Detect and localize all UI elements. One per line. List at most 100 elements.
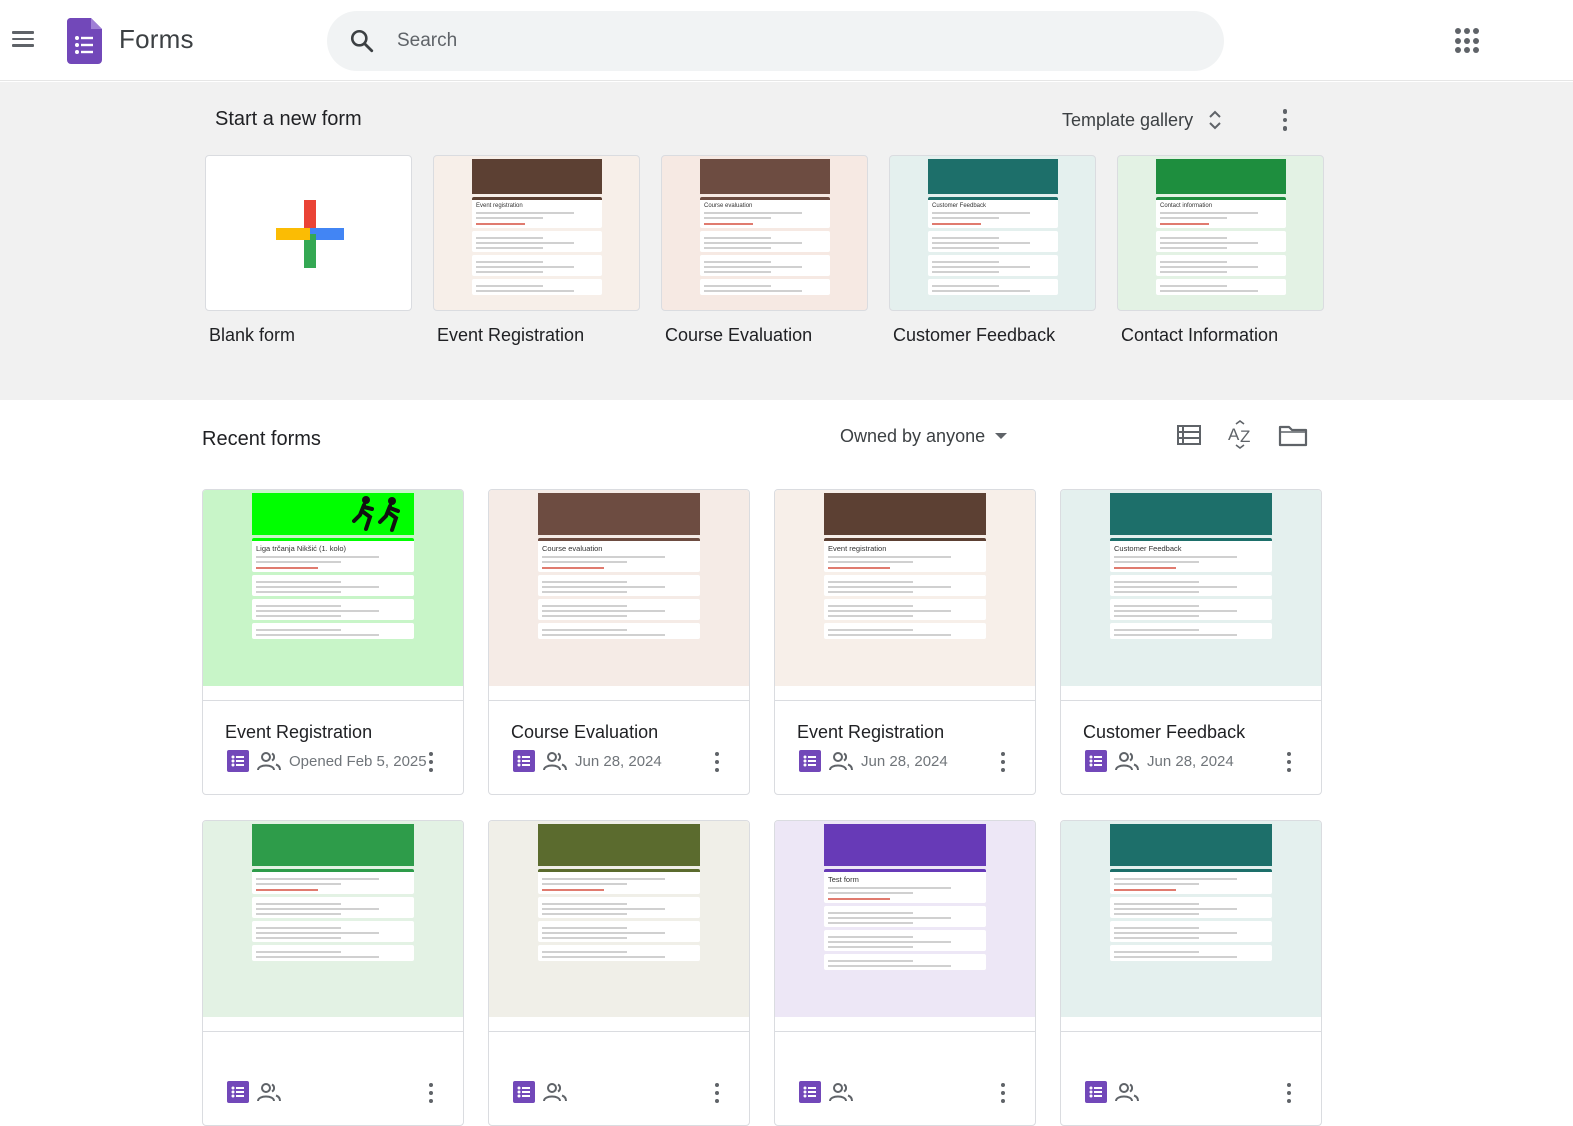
form-more-options-icon[interactable] [1279,1081,1299,1105]
form-date: Jun 28, 2024 [1147,752,1234,770]
form-more-options-icon[interactable] [421,1081,441,1105]
sort-az-icon[interactable]: A Z [1225,420,1257,450]
top-app-bar: Forms [0,0,1573,81]
recent-form-card[interactable]: Course evaluation Course Evaluation Jun 28… [488,489,750,795]
form-thumbnail[interactable] [203,821,463,1017]
recent-forms-title: Recent forms [202,428,321,450]
template-card[interactable]: Event registration Event Registration [433,155,640,346]
form-title-card: Course evaluation [538,538,700,572]
forms-small-icon [799,750,821,772]
form-question-card [928,231,1058,252]
form-banner-image [252,493,414,535]
form-question-card [700,255,830,276]
form-banner-image [538,824,700,866]
preview-title: Course evaluation [704,203,753,209]
form-thumbnail[interactable]: Event registration [775,490,1035,686]
form-question-card [252,599,414,620]
form-more-options-icon[interactable] [421,750,441,774]
forms-small-icon [227,750,249,772]
form-title-card: Customer Feedback [1110,538,1272,572]
form-banner-image [1110,493,1272,535]
template-blank-form[interactable]: Blank form [205,155,412,346]
form-more-options-icon[interactable] [993,1081,1013,1105]
form-meta: Jun 28, 2024 [1085,749,1234,773]
form-question-card [472,279,602,295]
dropdown-arrow-icon [995,433,1008,439]
recent-form-card[interactable] [202,820,464,1126]
form-question-card [824,623,986,639]
runners-icon [352,496,400,532]
form-title-card [1110,869,1272,894]
template-card[interactable]: Contact information Contact Information [1117,155,1324,346]
form-thumbnail[interactable]: Liga trčanja Nikšić (1. kolo) [203,490,463,686]
list-view-icon[interactable] [1173,420,1205,450]
form-title: Event Registration [225,722,373,742]
recent-form-card[interactable] [488,820,750,1126]
google-apps-icon[interactable] [1455,28,1481,54]
template-card[interactable]: Course evaluation Course Evaluation [661,155,868,346]
template-gallery-label: Template gallery [1062,109,1194,130]
form-banner-image [928,159,1058,194]
form-question-card [538,575,700,596]
form-question-card [1156,231,1286,252]
recent-form-card[interactable]: Customer Feedback Customer Feedback Jun 28… [1060,489,1322,795]
form-question-card [538,599,700,620]
form-banner-image [538,493,700,535]
form-thumbnail[interactable]: Course evaluation [489,490,749,686]
form-thumbnail[interactable] [489,821,749,1017]
blank-form-thumbnail[interactable] [205,155,412,311]
template-gallery-button[interactable]: Template gallery [1054,100,1231,140]
shared-people-icon [829,1083,853,1102]
folder-icon[interactable] [1277,420,1309,450]
form-question-card [1110,623,1272,639]
form-banner-image [472,159,602,194]
form-question-card [700,231,830,252]
form-more-options-icon[interactable] [707,750,727,774]
form-question-card [1156,279,1286,295]
template-label: Blank form [209,325,296,345]
search-icon[interactable] [349,28,375,54]
forms-logo-icon[interactable] [67,18,102,64]
preview-title: Liga trčanja Nikšić (1. kolo) [256,544,347,553]
form-question-card [472,255,602,276]
recent-form-card[interactable]: Test form [774,820,1036,1126]
forms-small-icon [513,1081,535,1103]
template-thumbnail[interactable]: Event registration [433,155,640,311]
form-date: Jun 28, 2024 [575,752,662,770]
form-question-card [538,921,700,942]
recent-form-card[interactable] [1060,820,1322,1126]
template-card[interactable]: Customer Feedback Customer Feedback [889,155,1096,346]
form-question-card [538,623,700,639]
form-question-card [252,945,414,961]
search-input[interactable] [397,19,1197,63]
app-title[interactable]: Forms [119,24,194,55]
search-bar[interactable] [327,11,1224,71]
card-divider [775,1031,1035,1032]
form-more-options-icon[interactable] [1279,750,1299,774]
form-question-card [824,575,986,596]
template-thumbnail[interactable]: Contact information [1117,155,1324,311]
svg-text:Z: Z [1240,427,1250,446]
template-section: Start a new form Template gallery Blank … [0,82,1573,400]
card-divider [1061,1031,1321,1032]
form-question-card [928,279,1058,295]
owner-filter-dropdown[interactable]: Owned by anyone [832,420,1015,452]
recent-form-card[interactable]: Event registration Event Registration Jun … [774,489,1036,795]
form-question-card [252,897,414,918]
forms-small-icon [1085,750,1107,772]
template-thumbnail[interactable]: Customer Feedback [889,155,1096,311]
form-thumbnail[interactable]: Test form [775,821,1035,1017]
template-thumbnail[interactable]: Course evaluation [661,155,868,311]
form-meta: Opened Feb 5, 2025 [227,749,427,773]
template-label: Contact Information [1121,325,1279,345]
forms-small-icon [227,1081,249,1103]
form-thumbnail[interactable]: Customer Feedback [1061,490,1321,686]
recent-form-card[interactable]: Liga trčanja Nikšić (1. kolo) Event Regis… [202,489,464,795]
form-meta: Jun 28, 2024 [513,749,662,773]
more-options-icon[interactable] [1273,106,1297,134]
form-more-options-icon[interactable] [993,750,1013,774]
form-thumbnail[interactable] [1061,821,1321,1017]
form-more-options-icon[interactable] [707,1081,727,1105]
form-question-card [824,954,986,970]
main-menu-icon[interactable] [10,28,40,54]
